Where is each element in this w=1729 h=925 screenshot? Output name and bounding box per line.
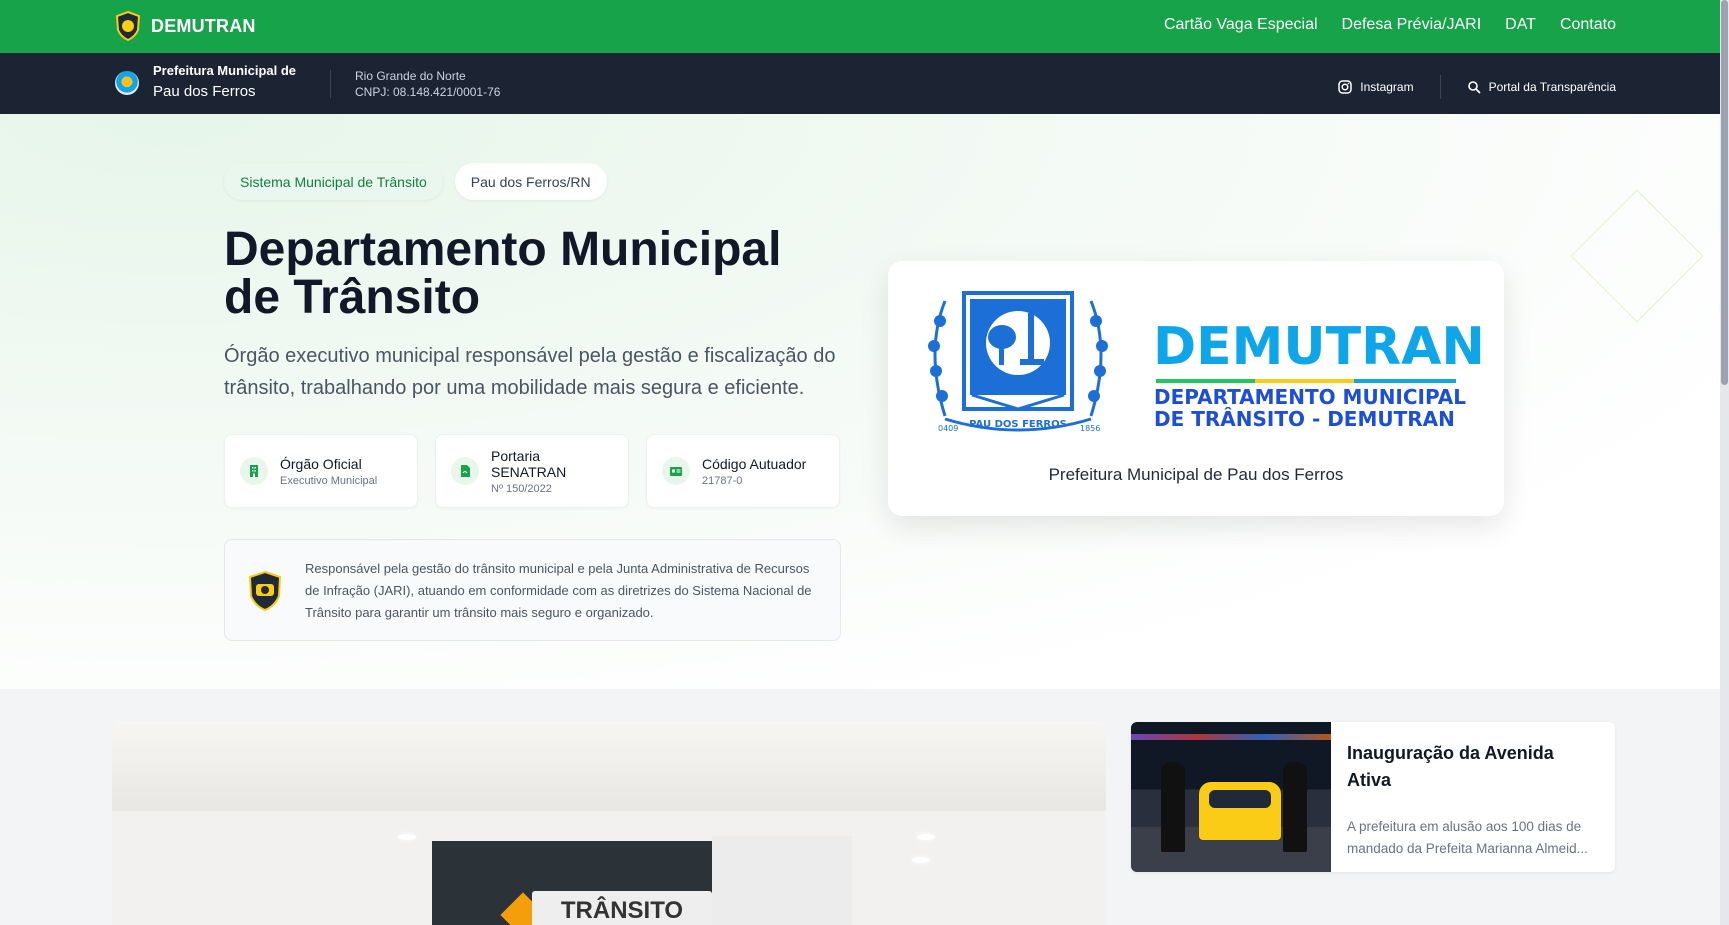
tricolor-bar [1156, 379, 1456, 383]
transparency-label: Portal da Transparência [1488, 80, 1616, 94]
instagram-link[interactable]: Instagram [1338, 80, 1414, 94]
featured-news-image[interactable]: TRÂNSITO [112, 721, 1106, 925]
crest-year-left: 0409 [938, 424, 958, 433]
info-box: Responsável pela gestão do trânsito muni… [224, 539, 841, 641]
card-subtitle: Executivo Municipal [280, 474, 378, 487]
officer-figure [1161, 762, 1185, 852]
transparency-link[interactable]: Portal da Transparência [1467, 80, 1616, 94]
demutran-logo-card: PAU DOS FERROS 0409 1856 DEMUTRAN DEPART… [888, 261, 1504, 516]
crest-year-right: 1856 [1080, 424, 1100, 433]
instagram-icon [1338, 80, 1352, 94]
main-nav: Cartão Vaga Especial Defesa Prévia/JARI … [1164, 16, 1616, 34]
pau-dos-ferros-crest-icon: PAU DOS FERROS 0409 1856 [928, 291, 1108, 433]
state-text: Rio Grande do Norte [355, 69, 466, 83]
nav-dat[interactable]: DAT [1505, 16, 1536, 34]
card-title: Órgão Oficial [280, 455, 362, 472]
page-title: Departamento Municipal de Trânsito [224, 223, 782, 324]
crest-banner-text: PAU DOS FERROS [969, 419, 1067, 430]
hero-description: Órgão executivo municipal responsável pe… [224, 345, 836, 399]
ceiling-lamp [912, 857, 930, 863]
top-navbar: DEMUTRAN Cartão Vaga Especial Defesa Pré… [0, 0, 1729, 53]
info-cards: Órgão Oficial Executivo Municipal Portar… [224, 434, 840, 508]
demutran-emblem-icon [248, 570, 282, 612]
logo-subtitle-line2: DE TRÂNSITO - DEMUTRAN [1154, 407, 1455, 431]
brand-name: DEMUTRAN [151, 15, 256, 36]
card-subtitle: 21787-0 [702, 474, 743, 487]
card-orgao-oficial: Órgão Oficial Executivo Municipal [224, 434, 418, 508]
logo-caption: Prefeitura Municipal de Pau dos Ferros [1048, 465, 1344, 484]
news-thumbnail [1131, 722, 1331, 872]
tag-location: Pau dos Ferros/RN [454, 163, 607, 200]
nav-contato[interactable]: Contato [1560, 16, 1616, 34]
nav-cartao-vaga-especial[interactable]: Cartão Vaga Especial [1164, 16, 1318, 34]
card-codigo-autuador: Código Autuador 21787-0 [646, 434, 840, 508]
card-portaria-senatran: Portaria SENATRAN Nº 150/2022 [435, 434, 629, 508]
card-subtitle: Nº 150/2022 [491, 482, 552, 495]
external-links: Instagram Portal da Transparência [1338, 75, 1616, 99]
officer-figure [1283, 762, 1307, 852]
card-title: Portaria SENATRAN [491, 447, 567, 480]
instagram-label: Instagram [1360, 80, 1414, 94]
demutran-shield-icon [115, 11, 141, 41]
scrollbar-thumb[interactable] [1721, 0, 1728, 385]
hero-section: Sistema Municipal de Trânsito Pau dos Fe… [0, 114, 1729, 689]
info-text: Responsável pela gestão do trânsito muni… [305, 561, 812, 621]
prefeitura-brand[interactable]: Prefeitura Municipal de Pau dos Ferros [115, 63, 296, 102]
demutran-wordmark: DEMUTRAN [1153, 317, 1485, 377]
search-icon [1467, 81, 1480, 94]
ceiling-lamp [398, 834, 416, 840]
news-excerpt: A prefeitura em alusão aos 100 dias de m… [1347, 816, 1597, 860]
transito-sign: TRÂNSITO [532, 891, 712, 925]
divider [1439, 75, 1441, 99]
building-icon [240, 457, 268, 485]
brand[interactable]: DEMUTRAN [115, 11, 256, 41]
news-excerpt-text: A prefeitura em alusão aos 100 dias de m… [1347, 819, 1588, 856]
location-info: Rio Grande do Norte CNPJ: 08.148.421/000… [355, 68, 500, 100]
patrol-car [1199, 782, 1281, 840]
light-wall [712, 836, 852, 925]
news-title: Inauguração da Avenida Ativa [1347, 743, 1554, 790]
ceiling [112, 721, 1106, 811]
nav-defesa-previa-jari[interactable]: Defesa Prévia/JARI [1342, 16, 1482, 34]
divider [330, 70, 331, 98]
cnpj-text: CNPJ: 08.148.421/0001-76 [355, 85, 501, 100]
night-lights [1131, 734, 1331, 740]
decorative-diamond [1570, 189, 1704, 323]
document-icon [451, 457, 479, 485]
card-title: Código Autuador [702, 455, 807, 472]
hero-tags: Sistema Municipal de Trânsito Pau dos Fe… [224, 163, 607, 200]
tag-sistema-municipal: Sistema Municipal de Trânsito [224, 163, 443, 200]
news-card[interactable]: Inauguração da Avenida Ativa A prefeitur… [1131, 722, 1615, 872]
prefeitura-logo-icon [115, 70, 139, 95]
id-card-icon [662, 457, 690, 485]
logo-subtitle-line1: DEPARTAMENTO MUNICIPAL [1154, 385, 1467, 409]
prefeitura-city: Pau dos Ferros [153, 83, 256, 101]
page-scrollbar[interactable] [1720, 0, 1729, 925]
prefeitura-bar: Prefeitura Municipal de Pau dos Ferros R… [0, 53, 1729, 114]
prefeitura-label: Prefeitura Municipal de [153, 63, 297, 78]
ceiling-lamp [917, 834, 935, 840]
